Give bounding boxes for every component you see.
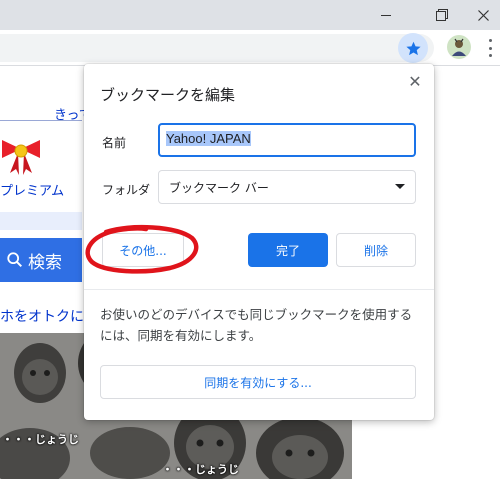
close-icon bbox=[477, 9, 489, 21]
name-label: 名前 bbox=[102, 136, 127, 150]
bookmark-name-input[interactable]: Yahoo! JAPAN bbox=[158, 123, 416, 157]
close-icon[interactable]: ✕ bbox=[406, 72, 424, 91]
bookmark-star-button[interactable] bbox=[398, 33, 428, 63]
dialog-title: ブックマークを編集 bbox=[100, 86, 236, 104]
enable-sync-button[interactable]: 同期を有効にする... bbox=[100, 365, 416, 399]
folder-label: フォルダ bbox=[102, 183, 151, 197]
restore-icon bbox=[436, 9, 448, 21]
done-button[interactable]: 完了 bbox=[248, 233, 328, 267]
search-icon bbox=[7, 252, 23, 268]
window-titlebar bbox=[0, 0, 500, 30]
minimize-icon bbox=[381, 14, 391, 16]
ribbon-icon bbox=[2, 140, 40, 175]
search-button-label: 検索 bbox=[28, 252, 62, 272]
extension-avatar-icon[interactable] bbox=[446, 34, 472, 60]
page-blue-strip bbox=[0, 212, 82, 230]
page-link-premium[interactable]: プレミアム bbox=[0, 180, 64, 199]
folder-dropdown[interactable]: ブックマーク バー bbox=[158, 170, 416, 204]
manga-caption: ・・・じょうじ bbox=[162, 463, 239, 476]
address-bar[interactable] bbox=[0, 34, 434, 62]
page-search-button[interactable]: 検索 bbox=[0, 238, 82, 282]
sync-message: お使いのどのデバイスでも同じブックマークを使用するには、同期を有効にします。 bbox=[100, 307, 413, 343]
page-promo-link[interactable]: ホをオトクに bbox=[0, 306, 84, 326]
more-vert-icon[interactable] bbox=[484, 38, 496, 58]
star-icon bbox=[405, 41, 421, 55]
browser-toolbar bbox=[0, 30, 500, 66]
bookmark-name-value: Yahoo! JAPAN bbox=[166, 131, 251, 146]
page-divider bbox=[0, 120, 82, 121]
chevron-down-icon bbox=[395, 184, 405, 189]
delete-button[interactable]: 削除 bbox=[336, 233, 416, 267]
dialog-divider bbox=[84, 289, 434, 290]
minimize-button[interactable] bbox=[364, 0, 408, 30]
folder-value: ブックマーク バー bbox=[169, 181, 269, 195]
restore-button[interactable] bbox=[420, 0, 464, 30]
red-annotation-circle bbox=[85, 224, 199, 274]
manga-caption: ・・・じょうじ bbox=[2, 433, 79, 446]
window-close-button[interactable] bbox=[466, 0, 500, 30]
